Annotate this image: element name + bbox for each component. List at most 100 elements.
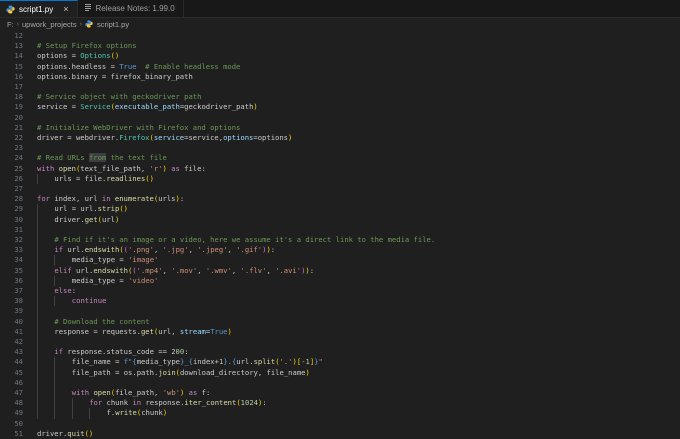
code-line[interactable]: 49 f.write(chunk) <box>0 408 680 419</box>
code-token: '.' <box>279 357 293 367</box>
code-token: () <box>145 173 154 183</box>
code-line[interactable]: 38 continue <box>0 296 680 307</box>
close-icon[interactable]: × <box>63 4 68 14</box>
code-token: if <box>54 347 68 357</box>
line-number: 17 <box>14 82 23 91</box>
code-token: executable_path <box>114 102 180 112</box>
code-line[interactable]: 39 <box>0 306 680 317</box>
code-token: quit <box>67 428 85 438</box>
code-token: ) <box>288 133 293 142</box>
indent-guide <box>54 398 56 409</box>
code-text: # Service object with geckodriver path <box>37 92 201 102</box>
line-number: 23 <box>14 143 23 153</box>
indent-guide <box>37 357 38 368</box>
code-line[interactable]: 27 <box>0 184 680 194</box>
code-line[interactable]: 47 with open(file_path, 'wb') as f: <box>0 388 680 399</box>
code-text: file_path = os.path.join(download_direct… <box>72 368 310 378</box>
code-text: options.binary = firefox_binary_path <box>37 72 193 82</box>
code-line[interactable]: 15 options.headless = True # Enable headl… <box>0 62 680 72</box>
code-token: , <box>266 265 276 275</box>
code-token: '.wmv' <box>205 265 232 275</box>
code-text: if url.endswith(('.png', '.jpg', '.jpeg'… <box>54 245 275 255</box>
code-line[interactable]: 13 # Setup Firefox options <box>0 41 680 51</box>
code-text: # Read URLs from the text file <box>37 153 167 163</box>
code-line[interactable]: 14 options = Options() <box>0 51 680 61</box>
code-token: with <box>71 388 94 397</box>
line-number: 21 <box>14 122 23 132</box>
code-line[interactable]: 17 <box>0 82 680 92</box>
code-line[interactable]: 20 <box>0 113 680 123</box>
code-editor[interactable]: 12 13 # Setup Firefox options 14 options = O… <box>0 30 680 438</box>
code-text: # Download the content <box>54 317 149 327</box>
code-token: : <box>270 245 276 255</box>
code-line[interactable]: 48 for chunk in response.iter_content(102… <box>0 398 680 409</box>
code-token: for <box>89 398 107 408</box>
code-token: text_file_path, <box>80 163 150 173</box>
code-line[interactable]: 32 # Find if it's an image or a video, he… <box>0 235 680 246</box>
code-line[interactable]: 34 media_type = 'image' <box>0 255 680 266</box>
line-number: 46 <box>14 377 23 387</box>
code-text: driver.quit() <box>37 429 93 439</box>
code-line[interactable]: 44 file_name = f"{media_type}_{index+1}.{… <box>0 357 680 368</box>
breadcrumb-file[interactable]: script1.py <box>97 20 129 29</box>
code-token: response.status_code == <box>67 347 172 357</box>
code-line[interactable]: 30 driver.get(url) <box>0 214 680 225</box>
code-line[interactable]: 31 <box>0 224 680 235</box>
breadcrumb-folder[interactable]: upwork_projects <box>22 20 77 29</box>
code-line[interactable]: 12 <box>0 31 680 41</box>
code-line[interactable]: 46 <box>0 377 680 388</box>
code-line[interactable]: 43 if response.status_code == 200: <box>0 347 680 358</box>
code-line[interactable]: 19 service = Service(executable_path=geck… <box>0 102 680 112</box>
code-token: : <box>71 286 77 295</box>
code-text: f.write(chunk) <box>107 408 168 418</box>
indent-guide <box>37 224 38 235</box>
code-line[interactable]: 24 # Read URLs from the text file <box>0 153 680 163</box>
code-token: url, <box>158 326 180 336</box>
code-line[interactable]: 45 file_path = os.path.join(download_dire… <box>0 367 680 378</box>
code-line[interactable]: 25 with open(text_file_path, 'r') as file… <box>0 164 680 174</box>
indent-guide <box>54 255 56 266</box>
code-line[interactable]: 18 # Service object with geckodriver path <box>0 92 680 102</box>
code-line[interactable]: 28 for index, url in enumerate(urls): <box>0 194 680 204</box>
code-text: driver = webdriver.Firefox(service=servi… <box>37 133 292 143</box>
code-token: ) <box>227 326 232 336</box>
code-line[interactable]: 42 <box>0 337 680 348</box>
code-line[interactable]: 23 <box>0 143 680 153</box>
indent-guide <box>37 367 38 378</box>
code-token: ) <box>305 367 310 377</box>
code-line[interactable]: 22 driver = webdriver.Firefox(service=ser… <box>0 133 680 143</box>
code-token: : <box>262 398 267 408</box>
code-line[interactable]: 35 elif url.endswith(('.mp4', '.mov', '.w… <box>0 265 680 276</box>
code-token: () <box>84 428 94 438</box>
line-number: 27 <box>14 184 23 193</box>
line-number: 44 <box>14 357 23 367</box>
code-line[interactable]: 29 url = url.strip() <box>0 204 680 215</box>
tab-release-notes[interactable]: Release Notes: 1.99.0 <box>78 0 184 17</box>
code-line[interactable]: 26 urls = file.readlines() <box>0 173 680 184</box>
code-line[interactable]: 51 driver.quit() <box>0 429 680 439</box>
code-line[interactable]: 36 media_type = 'video' <box>0 275 680 286</box>
code-token: 'image' <box>128 255 159 265</box>
line-number: 19 <box>14 102 23 112</box>
code-token: from <box>88 153 107 163</box>
code-line[interactable]: 37 else: <box>0 286 680 297</box>
editor-scrollbar[interactable] <box>672 30 680 428</box>
line-number: 42 <box>14 337 23 346</box>
code-text: continue <box>72 296 107 306</box>
tab-script1-py[interactable]: script1.py × <box>0 0 78 17</box>
code-text: response = requests.get(url, stream=True… <box>54 327 231 337</box>
code-text: media_type = 'video' <box>72 276 159 286</box>
code-line[interactable]: 16 options.binary = firefox_binary_path <box>0 72 680 82</box>
code-line[interactable]: 41 response = requests.get(url, stream=Tr… <box>0 326 680 337</box>
code-token: service = <box>37 102 81 112</box>
code-token: '.jpeg' <box>197 245 228 255</box>
code-token: '.avi' <box>275 265 302 275</box>
code-line[interactable]: 50 <box>0 419 680 429</box>
code-line[interactable]: 21 # Initialize WebDriver with Firefox an… <box>0 123 680 133</box>
code-line[interactable]: 40 # Download the content <box>0 316 680 327</box>
breadcrumb-drive[interactable]: F: <box>7 20 14 29</box>
code-token: service <box>153 133 185 142</box>
code-token: , <box>153 245 163 255</box>
code-token: url. <box>236 357 254 367</box>
code-line[interactable]: 33 if url.endswith(('.png', '.jpg', '.jpe… <box>0 245 680 256</box>
